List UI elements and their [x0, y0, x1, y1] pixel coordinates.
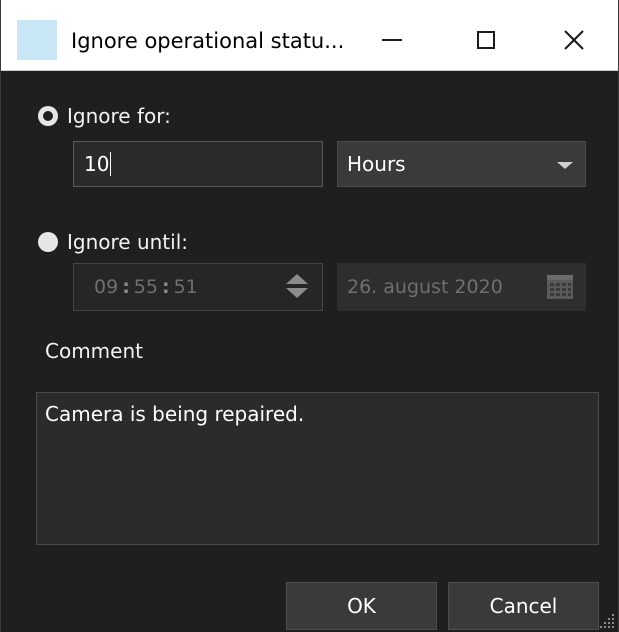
calendar-icon[interactable] — [547, 275, 573, 299]
time-picker[interactable]: 09 : 55 : 51 — [73, 263, 323, 311]
close-icon — [564, 30, 584, 50]
radio-unchecked-icon — [38, 232, 58, 252]
time-separator: : — [122, 276, 130, 298]
unit-selected-value: Hours — [347, 152, 406, 176]
time-separator: : — [161, 276, 170, 298]
spinner-down-icon — [286, 288, 308, 298]
duration-value: 10 — [84, 152, 110, 176]
time-hours: 09 — [94, 276, 119, 298]
cancel-button[interactable]: Cancel — [448, 582, 599, 630]
app-icon — [17, 20, 57, 60]
maximize-button[interactable] — [463, 18, 509, 62]
dialog-window: Ignore operational statu... Ignore for: … — [0, 0, 619, 632]
ignore-for-label: Ignore for: — [67, 104, 171, 128]
close-button[interactable] — [551, 18, 597, 62]
time-minutes: 55 — [133, 276, 158, 298]
minimize-button[interactable] — [369, 18, 415, 62]
window-title: Ignore operational statu... — [71, 29, 345, 53]
minimize-icon — [382, 39, 402, 41]
ignore-until-label: Ignore until: — [67, 230, 188, 254]
title-bar[interactable]: Ignore operational statu... — [1, 0, 618, 71]
spinner-icon[interactable] — [286, 274, 308, 300]
date-picker[interactable]: 26. august 2020 — [337, 263, 586, 311]
date-value: 26. august 2020 — [347, 276, 503, 298]
resize-grip-icon[interactable] — [596, 610, 616, 630]
comment-label: Comment — [45, 339, 143, 363]
radio-checked-icon — [38, 106, 58, 126]
spinner-up-icon — [286, 274, 308, 284]
maximize-icon — [477, 31, 495, 49]
text-caret — [110, 152, 112, 176]
comment-textarea[interactable]: Camera is being repaired. — [36, 392, 599, 545]
unit-dropdown[interactable]: Hours — [337, 141, 586, 187]
ignore-for-radio[interactable]: Ignore for: — [38, 104, 171, 128]
ok-button[interactable]: OK — [286, 582, 437, 630]
chevron-down-icon — [557, 162, 573, 169]
duration-input[interactable]: 10 — [73, 141, 323, 187]
time-seconds: 51 — [173, 276, 198, 298]
ignore-until-radio[interactable]: Ignore until: — [38, 230, 188, 254]
comment-text: Camera is being repaired. — [45, 402, 305, 426]
